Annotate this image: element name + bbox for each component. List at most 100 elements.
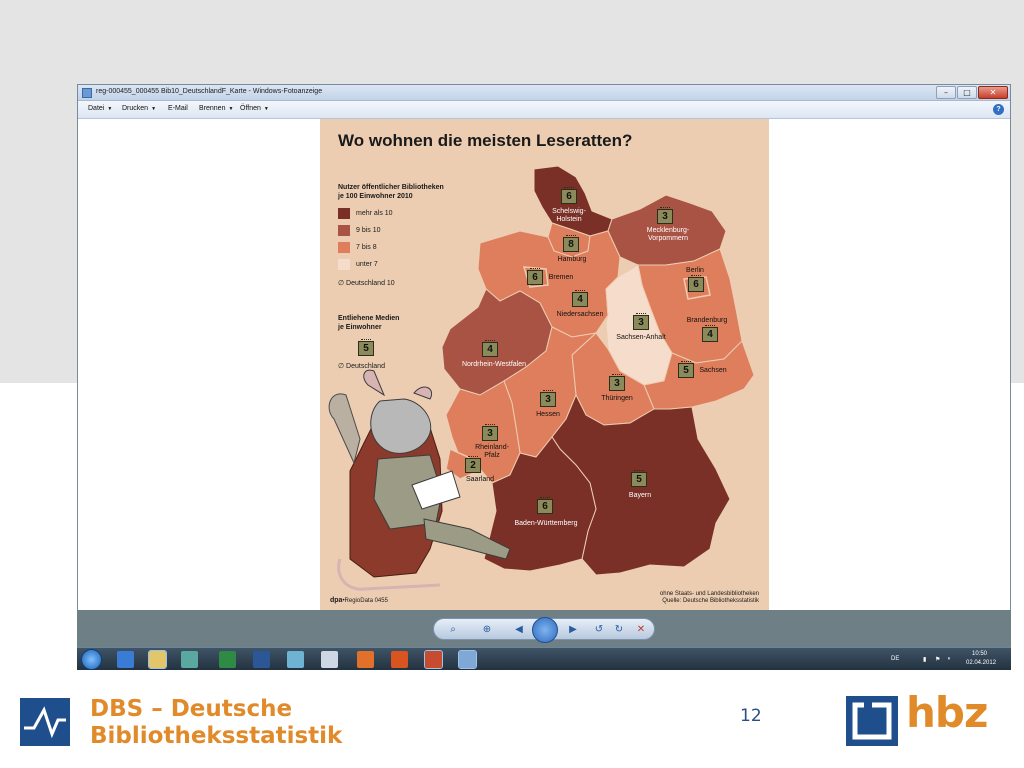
rotate-right-icon[interactable]: ↻ <box>612 623 626 637</box>
taskbar: DE ▮ ⚑ ◖ 10:50 02.04.2012 <box>77 647 1011 670</box>
dpa-credit-rest: •RegioData 0455 <box>342 598 388 604</box>
chevron-down-icon: ▼ <box>228 106 234 112</box>
menu-email-label: E-Mail <box>168 105 188 112</box>
map-badge-rheinland-pfalz: 3 <box>482 424 498 441</box>
menu-brennen-label: Brennen <box>199 105 226 112</box>
legend-label-7-bis-8: 7 bis 8 <box>356 243 377 251</box>
map-label-schleswig-holstein: Schelswig- Holstein <box>542 208 596 224</box>
average-users-germany: ∅ Deutschland 10 <box>338 280 395 287</box>
page-number: 12 <box>740 706 762 726</box>
dbs-wordmark: DBS – Deutsche Bibliotheksstatistik <box>90 696 342 750</box>
legend-label-mehr-als-10: mehr als 10 <box>356 209 393 217</box>
source-note-line2: Quelle: Deutsche Bibliotheksstatistik <box>662 598 759 604</box>
legend-heading-users-line1: Nutzer öffentlicher Bibliotheken <box>338 184 444 191</box>
photo-viewer-app-icon <box>82 88 92 98</box>
slideshow-button[interactable] <box>532 617 558 643</box>
help-icon[interactable]: ? <box>993 104 1004 115</box>
map-label-bremen: Bremen <box>548 274 574 281</box>
map-badge-bayern: 5 <box>631 470 647 487</box>
infographic-title: Wo wohnen die meisten Leseratten? <box>338 131 633 150</box>
photo-viewer-taskbar-icon[interactable] <box>458 650 477 669</box>
legend-swatch-mehr-als-10 <box>338 207 350 219</box>
clock-time[interactable]: 10:50 <box>972 651 987 657</box>
menu-email[interactable]: E-Mail <box>168 105 188 112</box>
map-badge-mecklenburg-vorpommern: 3 <box>657 207 673 224</box>
previous-icon[interactable]: ◀ <box>512 623 526 637</box>
map-label-thueringen: Thüringen <box>601 395 633 402</box>
delete-icon[interactable]: ✕ <box>634 623 648 637</box>
dbs-logo-icon <box>20 698 70 746</box>
map-label-hessen: Hessen <box>536 411 560 418</box>
window-title: reg-000455_000455 Bib10_DeutschlandF_Kar… <box>96 88 323 95</box>
firefox-icon[interactable] <box>357 651 374 668</box>
internet-explorer-icon[interactable] <box>117 651 134 668</box>
legend-item-unter-7: unter 7 <box>338 258 378 270</box>
map-badge-sachsen-anhalt: 3 <box>633 313 649 330</box>
dpa-credit: dpa•RegioData 0455 <box>330 597 388 604</box>
map-badge-brandenburg: 4 <box>702 325 718 342</box>
map-badge-nordrhein-westfalen: 4 <box>482 340 498 357</box>
menu-oeffnen[interactable]: Öffnen ▼ <box>240 105 269 112</box>
map-badge-baden-wuerttemberg: 6 <box>537 497 553 514</box>
maximize-button[interactable]: □ <box>957 86 977 99</box>
language-indicator[interactable]: DE <box>891 656 899 662</box>
legend-heading-media-line2: je Einwohner <box>338 324 382 331</box>
hbz-wordmark: hbz <box>906 688 988 737</box>
map-badge-saarland: 2 <box>465 456 481 473</box>
infographic-image: Wo wohnen die meisten Leseratten? Nutzer… <box>320 119 769 610</box>
hbz-logo-icon <box>846 696 898 746</box>
map-label-berlin: Berlin <box>686 267 704 274</box>
volume-icon[interactable]: ◖ <box>947 656 951 662</box>
map-badge-niedersachsen: 4 <box>572 290 588 307</box>
average-media-germany: ∅ Deutschland <box>338 363 385 370</box>
photo-viewer-window: reg-000455_000455 Bib10_DeutschlandF_Kar… <box>77 84 1011 610</box>
window-controls: – □ ✕ <box>936 86 1008 99</box>
map-label-nordrhein-westfalen: Nordrhein-Westfalen <box>461 361 527 368</box>
map-label-saarland: Saarland <box>465 476 495 483</box>
legend-item-9-bis-10: 9 bis 10 <box>338 224 381 236</box>
menu-drucken[interactable]: Drucken ▼ <box>122 105 156 112</box>
title-bar: reg-000455_000455 Bib10_DeutschlandF_Kar… <box>78 85 1010 101</box>
viewer-controls-bar: ⌕ ⊕ ◀ ▶ ↺ ↻ ✕ <box>433 617 655 643</box>
notes-icon[interactable] <box>287 651 304 668</box>
map-badge-berlin: 6 <box>688 275 704 292</box>
map-badge-schleswig-holstein: 6 <box>561 187 577 204</box>
dbs-wordmark-line1: DBS – Deutsche <box>90 696 293 722</box>
source-note-line1: ohne Staats- und Landesbibliotheken <box>659 591 759 597</box>
chevron-down-icon: ▼ <box>151 106 157 112</box>
close-button[interactable]: ✕ <box>978 86 1008 99</box>
menu-datei[interactable]: Datei ▼ <box>88 105 112 112</box>
media-player-icon[interactable] <box>181 651 198 668</box>
rotate-left-icon[interactable]: ↺ <box>592 623 606 637</box>
map-label-bayern: Bayern <box>628 492 652 499</box>
excel-icon[interactable] <box>219 651 236 668</box>
document-icon[interactable] <box>321 651 338 668</box>
network-icon[interactable]: ▮ <box>923 656 926 663</box>
legend-media-badge: 5 <box>358 339 374 356</box>
video-icon[interactable] <box>391 651 408 668</box>
legend-swatch-9-bis-10 <box>338 224 350 236</box>
clock-date[interactable]: 02.04.2012 <box>966 660 996 666</box>
menu-brennen[interactable]: Brennen ▼ <box>199 105 233 112</box>
file-explorer-icon[interactable] <box>148 650 167 669</box>
start-button[interactable] <box>81 649 102 670</box>
map-label-sachsen-anhalt: Sachsen-Anhalt <box>616 334 666 341</box>
map-badge-thueringen: 3 <box>609 374 625 391</box>
map-label-mecklenburg-vorpommern: Mecklenburg- Vorpommern <box>638 227 698 243</box>
next-icon[interactable]: ▶ <box>566 623 580 637</box>
menu-datei-label: Datei <box>88 105 105 112</box>
actual-size-icon[interactable]: ⊕ <box>480 623 494 637</box>
map-label-sachsen: Sachsen <box>699 367 727 374</box>
zoom-icon[interactable]: ⌕ <box>446 623 460 637</box>
source-note: ohne Staats- und Landesbibliotheken Quel… <box>660 591 759 605</box>
map-label-line: Rheinland- <box>475 444 509 451</box>
dpa-brand: dpa <box>330 597 343 604</box>
map-label-line: Mecklenburg- <box>646 227 690 234</box>
image-viewer-area: Wo wohnen die meisten Leseratten? Nutzer… <box>78 119 1010 610</box>
map-label-brandenburg: Brandenburg <box>686 317 728 324</box>
map-badge-sachsen: 5 <box>678 361 694 378</box>
flag-icon[interactable]: ⚑ <box>935 656 940 663</box>
word-icon[interactable] <box>253 651 270 668</box>
minimize-button[interactable]: – <box>936 86 956 99</box>
powerpoint-icon[interactable] <box>424 650 443 669</box>
